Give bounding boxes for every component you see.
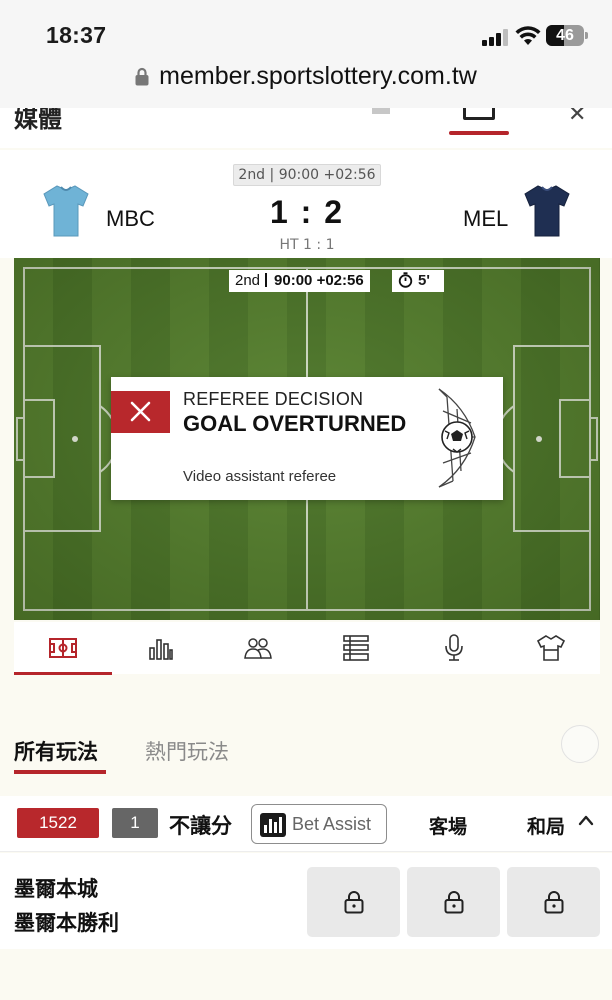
list-icon[interactable] <box>372 108 390 114</box>
referee-decision-card: REFEREE DECISION GOAL OVERTURNED Video a… <box>111 377 503 500</box>
nav-item-media[interactable]: 媒體 <box>14 108 62 134</box>
match-tracker-pitch: 2nd 90:00 +02:56 5' REFEREE DECISION GOAL… <box>14 258 600 620</box>
bet-assist-icon <box>260 813 286 837</box>
live-time: 90:00 +02:56 <box>274 272 364 289</box>
tab-lineups[interactable] <box>209 622 307 674</box>
pitch-icon <box>48 638 77 658</box>
address-bar[interactable]: member.sportslottery.com.tw <box>0 62 612 91</box>
column-away: 客場 <box>429 816 468 838</box>
tab-list[interactable] <box>307 622 405 674</box>
home-team-cn: 墨爾本城 <box>14 877 98 901</box>
browser-chrome: 18:37 46 member.sportslottery.com.tw <box>0 0 612 108</box>
tab-all-markets[interactable]: 所有玩法 <box>14 736 98 766</box>
live-clock: 2nd 90:00 +02:56 <box>229 270 370 292</box>
chevron-up-icon[interactable] <box>578 814 594 826</box>
decision-headline: GOAL OVERTURNED <box>183 411 407 436</box>
lineups-icon <box>244 638 273 659</box>
decision-reason: Video assistant referee <box>183 468 337 485</box>
wifi-icon <box>515 26 541 45</box>
scoreboard-icon[interactable] <box>463 108 495 120</box>
tab-teams[interactable] <box>502 622 600 674</box>
market-name: 不讓分 <box>169 814 232 838</box>
url-text: member.sportslottery.com.tw <box>159 62 477 90</box>
match-tabs <box>14 622 600 675</box>
bet-assist-button[interactable]: Bet Assist <box>251 804 387 844</box>
tab-pitch[interactable] <box>14 622 112 675</box>
lock-icon <box>444 891 463 914</box>
odds-button-home[interactable] <box>307 867 400 937</box>
odds-button-draw[interactable] <box>507 867 600 937</box>
lock-icon <box>544 891 563 914</box>
bet-type-tabs: 所有玩法 熱門玩法 <box>0 714 612 794</box>
home-jersey-icon <box>43 185 89 237</box>
nav-active-underline <box>449 131 509 135</box>
tab-hot-markets[interactable]: 熱門玩法 <box>145 736 229 766</box>
scoreboard: 2nd | 90:00 +02:56 MBC 1 : 2 HT 1 : 1 ME… <box>0 150 612 258</box>
home-team-name: MBC <box>106 206 155 231</box>
odds-row: 墨爾本城 墨爾本勝利 <box>0 853 612 949</box>
lock-icon <box>135 67 149 86</box>
period-label: 2nd <box>238 167 266 183</box>
battery-icon: 46 <box>546 25 584 46</box>
market-outcome-cn: 墨爾本勝利 <box>14 911 119 935</box>
list-icon <box>343 635 369 661</box>
away-team-name: MEL <box>463 206 509 231</box>
tab-stats[interactable] <box>112 622 210 674</box>
top-nav: 媒體 ✕ <box>0 108 612 148</box>
bet-tab-underline <box>14 770 106 774</box>
tab-commentary[interactable] <box>405 622 503 674</box>
jersey-icon <box>537 635 566 661</box>
bet-assist-label: Bet Assist <box>292 814 372 834</box>
stopwatch-icon <box>398 272 413 288</box>
close-icon[interactable]: ✕ <box>568 108 586 127</box>
live-period: 2nd <box>235 272 261 289</box>
period-clock: 2nd | 90:00 +02:56 <box>233 164 381 186</box>
added-time-badge: 5' <box>392 270 444 292</box>
clock-label: 90:00 +02:56 <box>278 167 376 183</box>
market-count-badge: 1 <box>112 808 158 838</box>
added-time: 5' <box>418 272 430 289</box>
microphone-icon <box>444 634 463 661</box>
halftime-score: HT 1 : 1 <box>279 237 335 253</box>
stats-bars-icon <box>148 639 173 660</box>
match-score: 1 : 2 <box>269 194 345 230</box>
battery-level: 46 <box>556 27 574 44</box>
floating-action-button[interactable] <box>561 725 599 763</box>
away-jersey-icon <box>524 185 570 237</box>
decision-close-icon <box>111 391 170 433</box>
battery-tip <box>585 32 588 39</box>
decision-kicker: REFEREE DECISION <box>183 389 364 409</box>
column-draw: 和局 <box>527 816 566 838</box>
market-code-badge: 1522 <box>17 808 99 838</box>
odds-button-away[interactable] <box>407 867 500 937</box>
ball-in-net-icon <box>438 388 476 488</box>
market-header: 1522 1 不讓分 Bet Assist 客場 和局 <box>0 796 612 852</box>
signal-icon <box>482 28 510 46</box>
status-time: 18:37 <box>46 22 107 48</box>
lock-icon <box>344 891 363 914</box>
